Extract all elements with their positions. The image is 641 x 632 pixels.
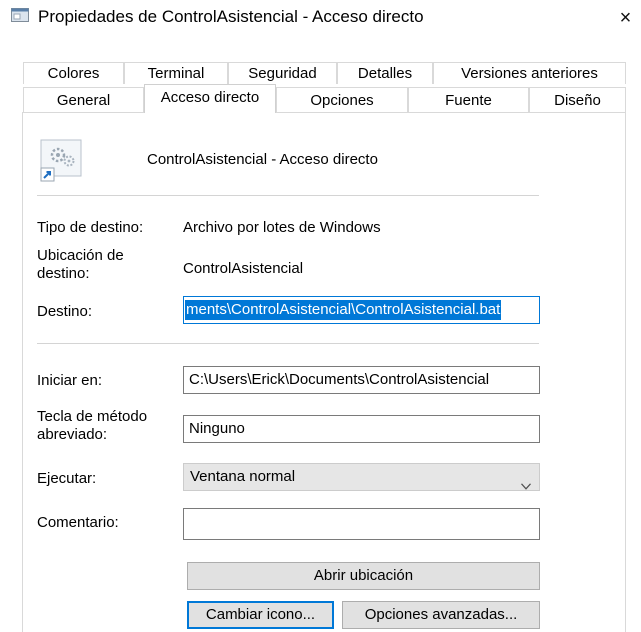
- separator: [37, 195, 539, 196]
- tab-versiones-anteriores[interactable]: Versiones anteriores: [433, 62, 626, 84]
- change-icon-button[interactable]: Cambiar icono...: [187, 601, 334, 629]
- shortcut-key-field[interactable]: Ninguno: [183, 415, 540, 443]
- comment-field[interactable]: [183, 508, 540, 540]
- run-label: Ejecutar:: [37, 470, 97, 487]
- chevron-down-icon: [521, 473, 531, 490]
- target-location-label: Ubicación de destino:: [37, 247, 124, 282]
- target-location-value: ControlAsistencial: [183, 260, 304, 277]
- tab-terminal[interactable]: Terminal: [124, 62, 228, 84]
- tab-colores[interactable]: Colores: [23, 62, 124, 84]
- tab-diseno[interactable]: Diseño: [529, 87, 626, 112]
- shortcut-file-icon: [38, 139, 84, 183]
- start-in-label: Iniciar en:: [37, 372, 103, 389]
- tab-fuente[interactable]: Fuente: [408, 87, 529, 112]
- properties-window-icon: [11, 8, 29, 24]
- advanced-options-button[interactable]: Opciones avanzadas...: [342, 601, 540, 629]
- tab-seguridad[interactable]: Seguridad: [228, 62, 337, 84]
- target-type-value: Archivo por lotes de Windows: [183, 219, 381, 236]
- target-field[interactable]: ments\ControlAsistencial\ControlAsistenc…: [183, 296, 540, 324]
- shortcut-name: ControlAsistencial - Acceso directo: [147, 151, 378, 168]
- window-title: Propiedades de ControlAsistencial - Acce…: [38, 7, 424, 26]
- comment-label: Comentario:: [37, 514, 119, 531]
- title-bar: Propiedades de ControlAsistencial - Acce…: [0, 0, 641, 38]
- separator: [37, 343, 539, 344]
- target-type-label: Tipo de destino:: [37, 219, 144, 236]
- open-location-button[interactable]: Abrir ubicación: [187, 562, 540, 590]
- run-dropdown-value: Ventana normal: [190, 468, 296, 485]
- tab-acceso-directo[interactable]: Acceso directo: [144, 84, 276, 113]
- close-button[interactable]: ×: [610, 3, 641, 33]
- target-label: Destino:: [37, 303, 93, 320]
- shortcut-key-label: Tecla de método abreviado:: [37, 408, 148, 443]
- tab-general[interactable]: General: [23, 87, 144, 112]
- target-field-selection: ments\ControlAsistencial\ControlAsistenc…: [185, 300, 502, 320]
- run-dropdown[interactable]: Ventana normal: [183, 463, 540, 491]
- tab-opciones[interactable]: Opciones: [276, 87, 408, 112]
- tab-detalles[interactable]: Detalles: [337, 62, 433, 84]
- start-in-field[interactable]: C:\Users\Erick\Documents\ControlAsistenc…: [183, 366, 540, 394]
